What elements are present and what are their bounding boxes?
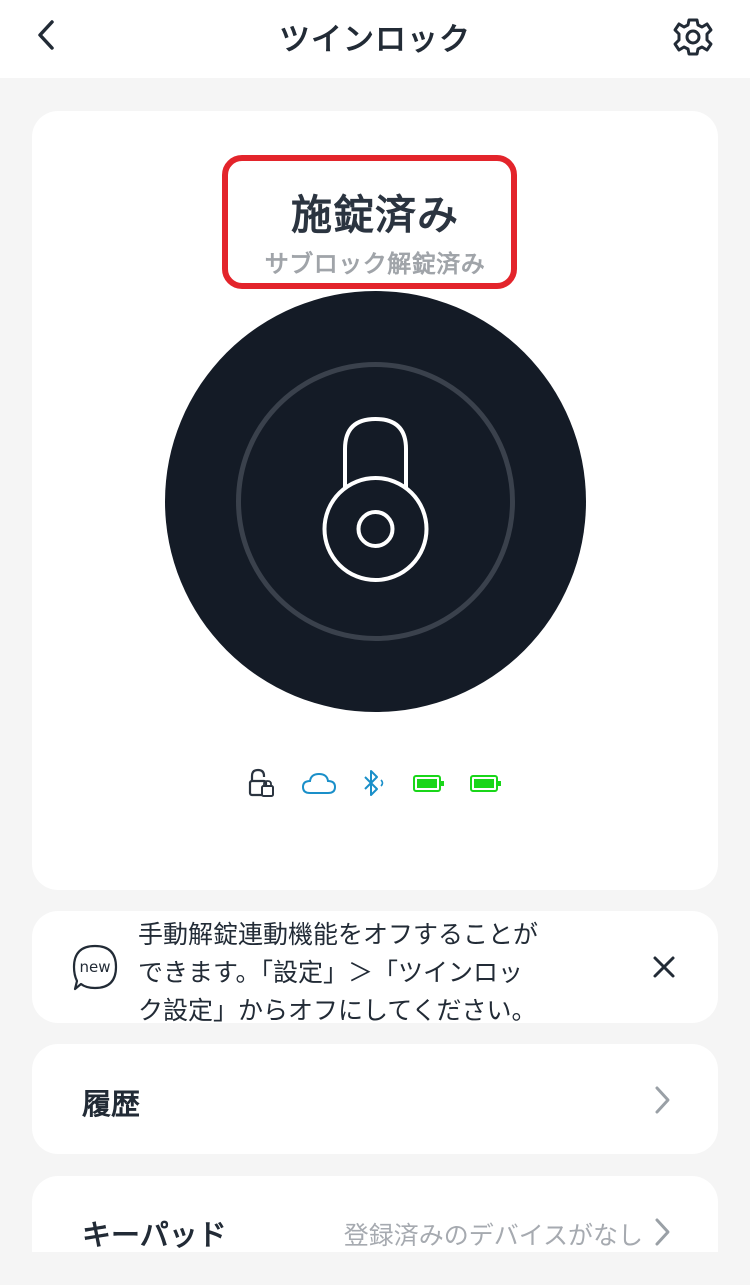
lock-card: 施錠済み サブロック解錠済み [32,111,718,890]
keypad-label: キーパッド [82,1218,227,1252]
keypad-row[interactable]: キーパッド 登録済みのデバイスがなし [32,1176,718,1252]
close-icon [653,956,675,978]
lock-status-title: 施錠済み [291,191,459,239]
svg-text:new: new [79,958,110,976]
bluetooth-icon [359,766,389,802]
lock-toggle-button[interactable] [165,291,586,712]
page-title: ツインロック [279,22,471,58]
chevron-right-icon [650,1212,674,1252]
sublock-status-text: サブロック解錠済み [264,250,486,278]
new-badge-icon: new [70,943,120,993]
device-status-icons [247,766,507,802]
battery-icon [469,766,503,802]
history-label: 履歴 [82,1087,141,1121]
notice-text: 手動解錠連動機能をオフすることができます。「設定」＞「ツインロック設定」からオフ… [138,920,539,1025]
history-row[interactable]: 履歴 [32,1044,718,1154]
keypad-value: 登録済みのデバイスがなし [343,1221,643,1250]
lock-status-icon [247,766,277,802]
cloud-icon [301,766,337,802]
top-bar: ツインロック [0,0,750,78]
notice-banner: new 手動解錠連動機能をオフすることができます。「設定」＞「ツインロック設定」… [32,911,718,1025]
settings-button[interactable] [668,12,718,62]
notice-close-button[interactable] [648,951,680,983]
battery-icon [412,766,446,802]
chevron-right-icon [650,1080,674,1120]
gear-icon [673,18,713,56]
